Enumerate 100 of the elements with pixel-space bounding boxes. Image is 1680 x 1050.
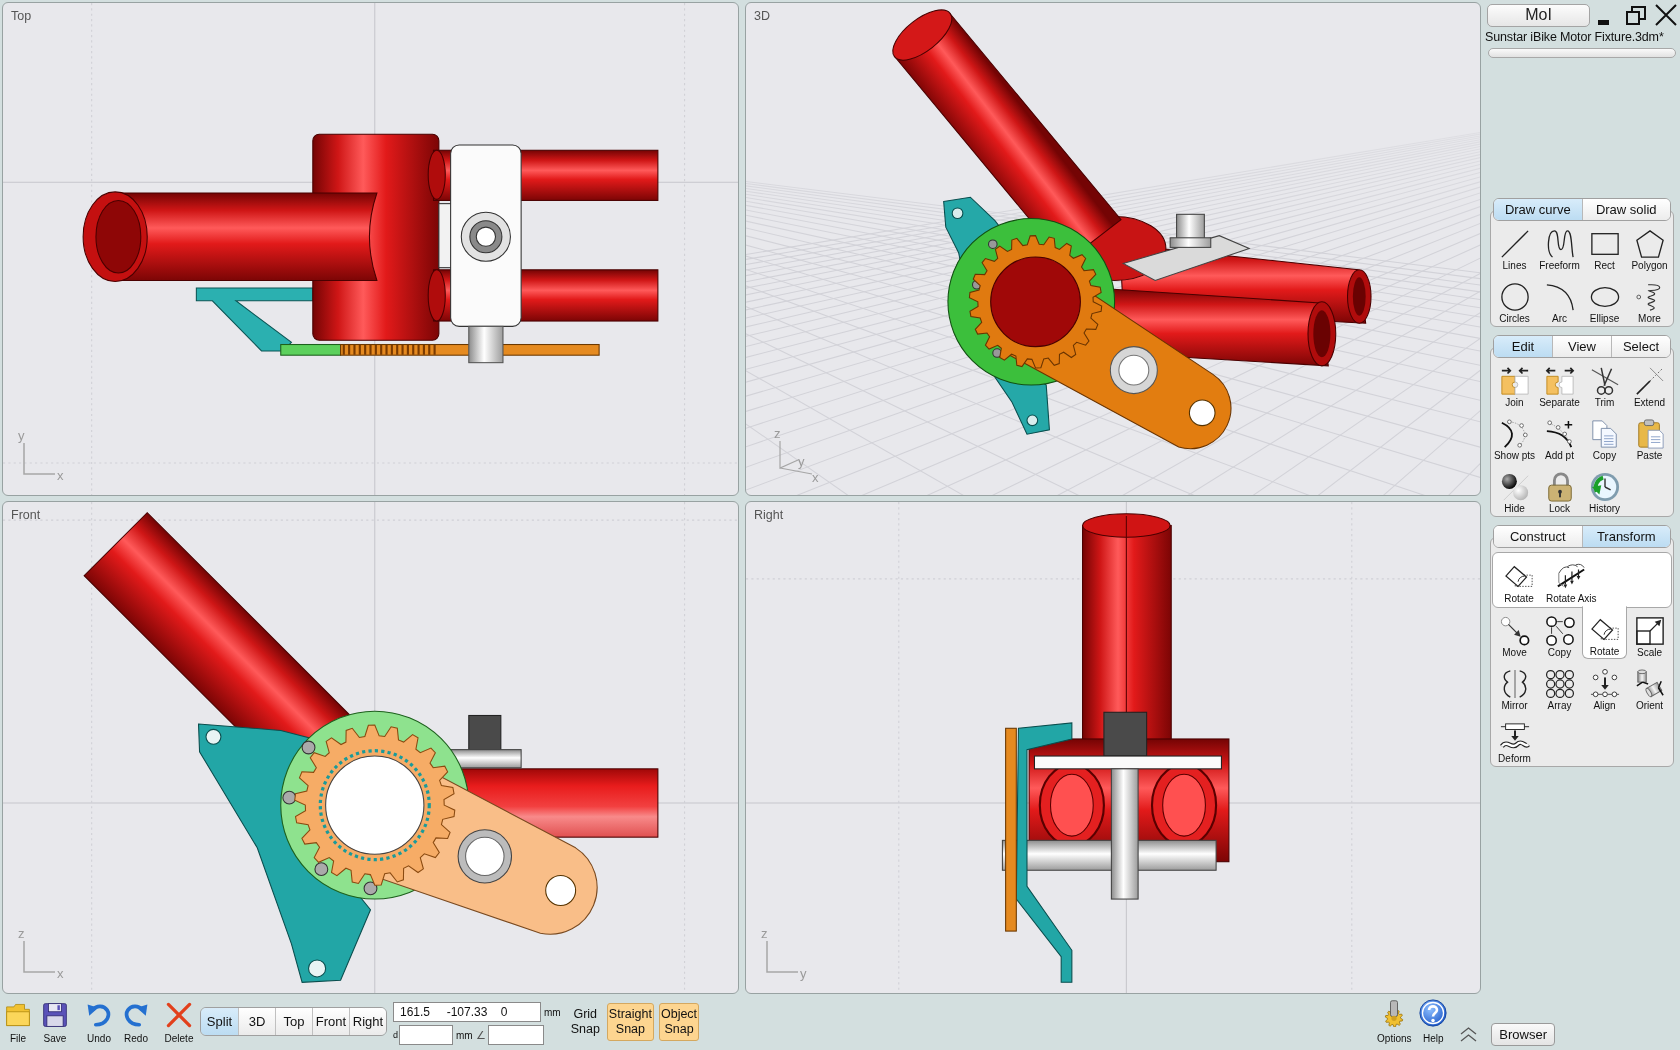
tool-button[interactable]: Join	[1492, 362, 1537, 409]
distance-field[interactable]	[399, 1025, 453, 1045]
palette-tab[interactable]: Edit	[1494, 336, 1552, 357]
viewport[interactable]: Top y x	[2, 2, 739, 496]
extend-line-icon	[1634, 366, 1665, 396]
scissors-icon	[1589, 366, 1620, 396]
axis-label: y	[798, 455, 805, 469]
documents-icon	[1589, 419, 1620, 449]
tool-button[interactable]: Orient	[1627, 665, 1672, 712]
tool-button[interactable]: Copy	[1537, 612, 1582, 659]
restore-icon[interactable]	[1626, 5, 1646, 25]
palette-tab[interactable]: Construct	[1494, 526, 1582, 547]
file-name: Sunstar iBike Motor Fixture.3dm*	[1485, 30, 1664, 44]
distance-label: d	[393, 1030, 398, 1040]
viewport-title: Right	[754, 508, 784, 523]
snap-toggle[interactable]: Object Snap	[658, 1003, 700, 1041]
coordinate-field[interactable]: 161.5 -107.33 0	[393, 1002, 541, 1022]
palette-tab[interactable]: Transform	[1581, 526, 1670, 547]
layout-tab[interactable]: Right	[349, 1008, 386, 1035]
clock-icon	[1589, 472, 1620, 502]
tool-button[interactable]: More	[1627, 278, 1672, 325]
angle-field[interactable]	[487, 1025, 544, 1045]
tool-button[interactable]: Arc	[1537, 278, 1582, 325]
axis-label: x	[57, 967, 64, 981]
layout-tab[interactable]: Top	[275, 1008, 312, 1035]
axis-icon	[23, 443, 55, 475]
viewport[interactable]: 3D z y x	[745, 2, 1481, 496]
bolt	[468, 325, 504, 364]
viewport[interactable]: Right z y	[745, 501, 1481, 994]
axis-label: x	[57, 469, 64, 483]
layout-tab[interactable]: Split	[201, 1008, 238, 1035]
tool-button[interactable]: Show pts	[1492, 415, 1537, 462]
tool-button[interactable]: Lines	[1492, 225, 1537, 272]
toolbar-button[interactable]: Save	[38, 996, 72, 1044]
tool-button[interactable]: Rotate	[1497, 558, 1541, 605]
tool-button[interactable]: Hide	[1492, 468, 1537, 515]
toolbar-button[interactable]: Redo	[119, 996, 153, 1044]
palette-tab[interactable]: Draw solid	[1581, 199, 1670, 220]
tool-button[interactable]: Add pt	[1537, 415, 1582, 462]
tool-button[interactable]: Circles	[1492, 278, 1537, 325]
tool-button[interactable]: Polygon	[1627, 225, 1672, 272]
viewport[interactable]: Front z x	[2, 501, 739, 994]
add-point-icon	[1544, 419, 1575, 449]
unit-label: mm	[456, 1029, 473, 1041]
circle-icon	[1499, 282, 1530, 312]
viewport-title: Top	[11, 9, 32, 24]
axis-label: y	[18, 429, 25, 443]
line-icon	[1499, 229, 1530, 259]
toolbar-button[interactable]: Undo	[82, 996, 116, 1044]
tool-button[interactable]: Array	[1537, 665, 1582, 712]
tool-button[interactable]: Separate	[1537, 362, 1582, 409]
palette-tab[interactable]: View	[1552, 336, 1611, 357]
angle-label: ∠	[475, 1028, 486, 1042]
undo-icon	[86, 1002, 112, 1028]
tool-button[interactable]: Freeform	[1537, 225, 1582, 272]
palette-tab[interactable]: Select	[1611, 336, 1670, 357]
pentagon-icon	[1634, 229, 1665, 259]
axis-label: z	[18, 927, 25, 941]
tool-button[interactable]: Ellipse	[1582, 278, 1627, 325]
tool-button[interactable]: Move	[1492, 612, 1537, 659]
nut	[460, 211, 511, 262]
palette-tab[interactable]: Draw curve	[1494, 199, 1582, 220]
nut	[1169, 213, 1212, 248]
tool-button[interactable]: Deform	[1492, 718, 1537, 765]
toolbar-button[interactable]: Options	[1374, 996, 1415, 1044]
axis-icon	[23, 941, 55, 973]
tool-button[interactable]: Lock	[1537, 468, 1582, 515]
tool-button[interactable]: Extend	[1627, 362, 1672, 409]
toolbar-button[interactable]: Help	[1418, 996, 1449, 1044]
app-menu-button[interactable]: MoI	[1487, 3, 1590, 27]
tool-button[interactable]: Paste	[1627, 415, 1672, 462]
toolbar-button[interactable]: File	[1, 996, 35, 1044]
axis-label: y	[800, 967, 807, 981]
tool-button[interactable]: Copy	[1582, 415, 1627, 462]
tool-button[interactable]: Trim	[1582, 362, 1627, 409]
tool-button[interactable]: Rotate	[1582, 606, 1627, 659]
minimize-icon[interactable]	[1598, 19, 1609, 25]
close-icon[interactable]	[1655, 4, 1677, 26]
double-chevron-icon[interactable]	[1460, 1026, 1478, 1042]
ring	[280, 344, 342, 356]
puzzle-join-icon	[1499, 366, 1530, 396]
scale-icon	[1634, 616, 1665, 646]
puzzle-split-icon	[1544, 366, 1575, 396]
viewport-title: Front	[11, 508, 41, 523]
tool-button[interactable]: Rotate Axis	[1543, 558, 1600, 605]
tool-button[interactable]: Align	[1582, 665, 1627, 712]
redo-icon	[123, 1002, 149, 1028]
layout-tab[interactable]: Front	[312, 1008, 349, 1035]
layout-tab[interactable]: 3D	[238, 1008, 275, 1035]
snap-toggle[interactable]: Grid Snap	[568, 1003, 602, 1041]
tool-button[interactable]: Rect	[1582, 225, 1627, 272]
tool-button[interactable]: History	[1582, 468, 1627, 515]
nut	[1103, 711, 1148, 757]
unit-label: mm	[544, 1006, 561, 1018]
browser-button[interactable]: Browser	[1491, 1023, 1555, 1046]
tool-button[interactable]: Scale	[1627, 612, 1672, 659]
cross-icon	[166, 1002, 192, 1028]
tool-button[interactable]: Mirror	[1492, 665, 1537, 712]
toolbar-button[interactable]: Delete	[159, 996, 199, 1044]
snap-toggle[interactable]: Straight Snap	[606, 1003, 654, 1041]
